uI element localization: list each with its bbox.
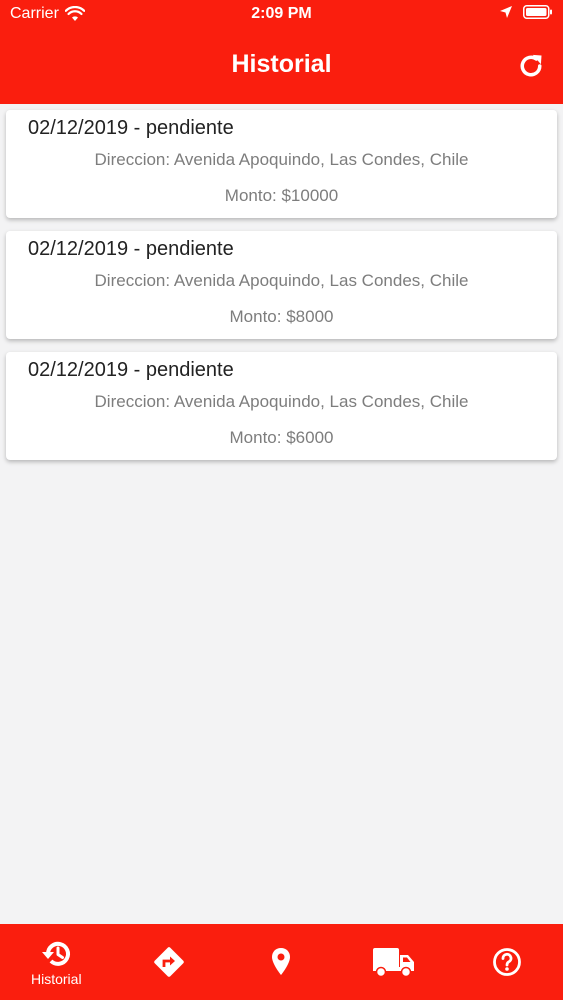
order-address: Direccion: Avenida Apoquindo, Las Condes… — [94, 150, 469, 169]
page-title: Historial — [231, 50, 332, 78]
order-amount: Monto: $6000 — [229, 428, 334, 447]
history-icon — [42, 941, 71, 966]
order-card[interactable]: 02/12/2019 - pendiente Direccion: Avenid… — [6, 231, 557, 339]
help-icon — [492, 948, 521, 976]
order-card[interactable]: 02/12/2019 - pendiente Direccion: Avenid… — [6, 352, 557, 460]
refresh-icon[interactable] — [517, 52, 545, 80]
truck-icon — [373, 948, 415, 978]
status-time: 2:09 PM — [251, 5, 312, 22]
location-pin-icon — [272, 948, 291, 975]
status-bar: Carrier 2:09 PM — [0, 0, 563, 30]
order-title: 02/12/2019 - pendiente — [28, 117, 234, 139]
tab-directions[interactable] — [113, 924, 226, 1000]
tab-help[interactable] — [450, 924, 563, 1000]
order-title: 02/12/2019 - pendiente — [28, 238, 234, 260]
directions-icon — [154, 947, 184, 977]
bottom-tab-bar: Historial — [0, 924, 563, 1000]
tab-label: Historial — [31, 970, 82, 987]
battery-icon — [523, 5, 552, 19]
order-address: Direccion: Avenida Apoquindo, Las Condes… — [94, 392, 469, 411]
tab-historial[interactable]: Historial — [0, 924, 113, 1000]
order-history-list: 02/12/2019 - pendiente Direccion: Avenid… — [6, 110, 557, 473]
order-title: 02/12/2019 - pendiente — [28, 359, 234, 381]
tab-location[interactable] — [225, 924, 338, 1000]
order-card[interactable]: 02/12/2019 - pendiente Direccion: Avenid… — [6, 110, 557, 218]
location-arrow-icon — [500, 6, 512, 18]
order-address: Direccion: Avenida Apoquindo, Las Condes… — [94, 271, 469, 290]
order-amount: Monto: $8000 — [229, 307, 334, 326]
order-amount: Monto: $10000 — [224, 186, 339, 205]
status-indicators — [499, 5, 553, 19]
tab-truck[interactable] — [338, 924, 451, 1000]
app-header: Carrier 2:09 PM Historial — [0, 0, 563, 104]
